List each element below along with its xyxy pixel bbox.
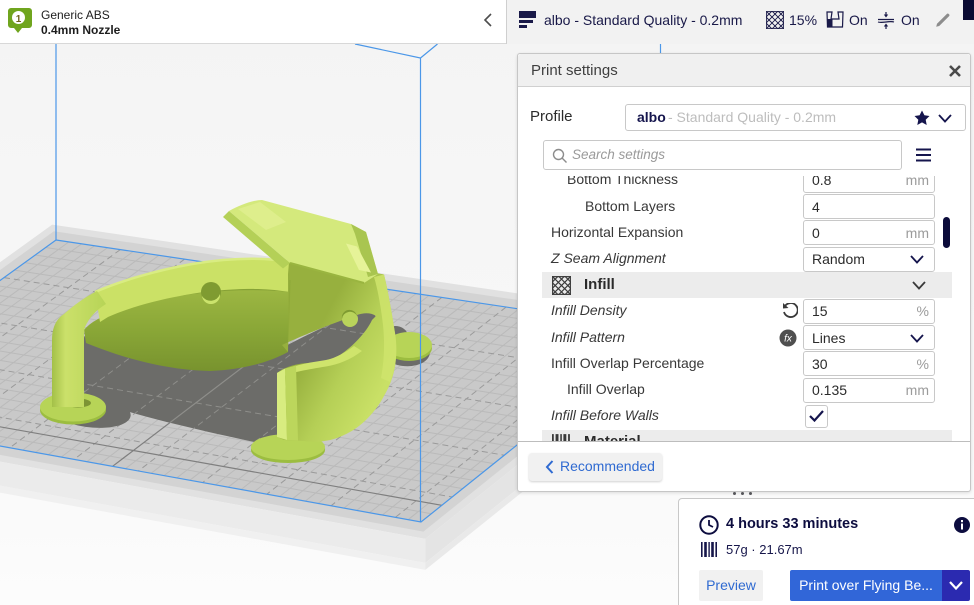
svg-text:fx: fx — [784, 333, 793, 344]
svg-text:1: 1 — [16, 14, 22, 25]
